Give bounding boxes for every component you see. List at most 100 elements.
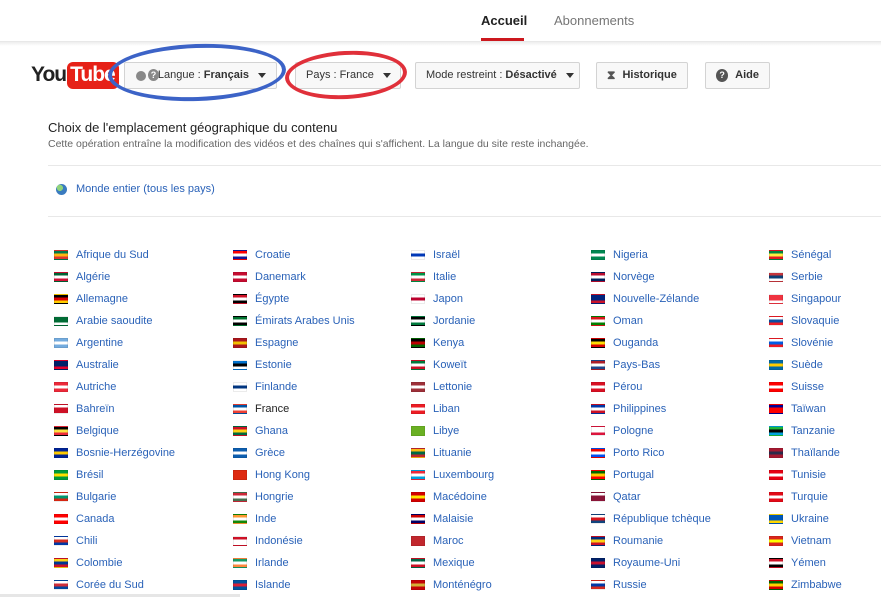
country-item[interactable]: Qatar	[591, 486, 769, 508]
country-item[interactable]: Vietnam	[769, 530, 881, 552]
country-item[interactable]: Royaume-Uni	[591, 552, 769, 574]
flag-icon	[411, 536, 425, 546]
country-item[interactable]: Monténégro	[411, 574, 589, 596]
flag-icon	[591, 558, 605, 568]
country-label: Bulgarie	[76, 491, 117, 503]
country-item[interactable]: Russie	[591, 574, 769, 596]
country-column: Sénégal Serbie Singapour Slovaquie Slovénie S…	[769, 244, 881, 596]
country-item[interactable]: Bahreïn	[54, 398, 232, 420]
country-item[interactable]: Luxembourg	[411, 464, 589, 486]
country-item[interactable]: Autriche	[54, 376, 232, 398]
tab-abonnements[interactable]: Abonnements	[554, 13, 634, 29]
country-item[interactable]: République tchèque	[591, 508, 769, 530]
country-item[interactable]: Grèce	[233, 442, 411, 464]
country-item[interactable]: Libye	[411, 420, 589, 442]
tab-accueil[interactable]: Accueil	[481, 13, 527, 41]
flag-icon	[54, 536, 68, 546]
youtube-logo[interactable]: You Tube	[31, 60, 119, 90]
country-item[interactable]: Finlande	[233, 376, 411, 398]
flag-icon	[411, 294, 425, 304]
country-item[interactable]: Corée du Sud	[54, 574, 232, 596]
country-item[interactable]: Lettonie	[411, 376, 589, 398]
country-item[interactable]: Suède	[769, 354, 881, 376]
country-item[interactable]: Ghana	[233, 420, 411, 442]
country-item[interactable]: Taïwan	[769, 398, 881, 420]
country-item[interactable]: Oman	[591, 310, 769, 332]
country-item[interactable]: Kenya	[411, 332, 589, 354]
country-item[interactable]: Hong Kong	[233, 464, 411, 486]
country-item[interactable]: Afrique du Sud	[54, 244, 232, 266]
country-item[interactable]: Thaïlande	[769, 442, 881, 464]
country-item[interactable]: Indonésie	[233, 530, 411, 552]
language-button[interactable]: Langue : Français	[124, 62, 277, 89]
language-value: Français	[203, 69, 249, 81]
country-item[interactable]: Philippines	[591, 398, 769, 420]
country-item[interactable]: Bosnie-Herzégovine	[54, 442, 232, 464]
country-label: Lettonie	[433, 381, 473, 393]
worldwide-link[interactable]: Monde entier (tous les pays)	[56, 183, 215, 195]
country-item[interactable]: Algérie	[54, 266, 232, 288]
country-item[interactable]: Nigeria	[591, 244, 769, 266]
country-item[interactable]: Maroc	[411, 530, 589, 552]
country-item[interactable]: Pérou	[591, 376, 769, 398]
country-item[interactable]: Inde	[233, 508, 411, 530]
country-item[interactable]: Ouganda	[591, 332, 769, 354]
country-item[interactable]: Slovaquie	[769, 310, 881, 332]
country-item[interactable]: Hongrie	[233, 486, 411, 508]
country-item[interactable]: Malaisie	[411, 508, 589, 530]
country-item[interactable]: Estonie	[233, 354, 411, 376]
country-item[interactable]: Slovénie	[769, 332, 881, 354]
country-item[interactable]: Danemark	[233, 266, 411, 288]
country-item[interactable]: Argentine	[54, 332, 232, 354]
country-item[interactable]: Australie	[54, 354, 232, 376]
country-item[interactable]: Norvège	[591, 266, 769, 288]
flag-icon	[591, 536, 605, 546]
country-item[interactable]: Allemagne	[54, 288, 232, 310]
country-item[interactable]: Yémen	[769, 552, 881, 574]
country-item[interactable]: Suisse	[769, 376, 881, 398]
country-item[interactable]: Espagne	[233, 332, 411, 354]
country-item[interactable]: Tunisie	[769, 464, 881, 486]
country-item[interactable]: Portugal	[591, 464, 769, 486]
country-item[interactable]: Japon	[411, 288, 589, 310]
country-item[interactable]: Pays-Bas	[591, 354, 769, 376]
country-item[interactable]: Liban	[411, 398, 589, 420]
restricted-mode-button[interactable]: Mode restreint : Désactivé	[415, 62, 580, 89]
country-item[interactable]: Koweït	[411, 354, 589, 376]
country-item[interactable]: Turquie	[769, 486, 881, 508]
country-item[interactable]: Égypte	[233, 288, 411, 310]
country-item[interactable]: Pologne	[591, 420, 769, 442]
country-item[interactable]: Jordanie	[411, 310, 589, 332]
country-item[interactable]: Croatie	[233, 244, 411, 266]
country-item[interactable]: Porto Rico	[591, 442, 769, 464]
country-item[interactable]: Islande	[233, 574, 411, 596]
country-item[interactable]: Tanzanie	[769, 420, 881, 442]
country-item[interactable]: Émirats Arabes Unis	[233, 310, 411, 332]
country-label: République tchèque	[613, 513, 711, 525]
country-item[interactable]: Singapour	[769, 288, 881, 310]
country-item[interactable]: Sénégal	[769, 244, 881, 266]
country-item[interactable]: Macédoine	[411, 486, 589, 508]
country-item[interactable]: Chili	[54, 530, 232, 552]
country-item[interactable]: France	[233, 398, 411, 420]
country-item[interactable]: Israël	[411, 244, 589, 266]
country-item[interactable]: Canada	[54, 508, 232, 530]
help-button[interactable]: ? Aide	[705, 62, 770, 89]
country-item[interactable]: Italie	[411, 266, 589, 288]
country-item[interactable]: Lituanie	[411, 442, 589, 464]
country-label: Pays :	[306, 69, 337, 81]
country-item[interactable]: Irlande	[233, 552, 411, 574]
country-item[interactable]: Zimbabwe	[769, 574, 881, 596]
country-item[interactable]: Roumanie	[591, 530, 769, 552]
country-item[interactable]: Ukraine	[769, 508, 881, 530]
country-item[interactable]: Colombie	[54, 552, 232, 574]
country-item[interactable]: Bulgarie	[54, 486, 232, 508]
country-button[interactable]: Pays : France	[295, 62, 401, 89]
country-item[interactable]: Belgique	[54, 420, 232, 442]
history-button[interactable]: ⧗ Historique	[596, 62, 688, 89]
country-item[interactable]: Brésil	[54, 464, 232, 486]
country-item[interactable]: Serbie	[769, 266, 881, 288]
country-item[interactable]: Nouvelle-Zélande	[591, 288, 769, 310]
country-item[interactable]: Mexique	[411, 552, 589, 574]
country-item[interactable]: Arabie saoudite	[54, 310, 232, 332]
